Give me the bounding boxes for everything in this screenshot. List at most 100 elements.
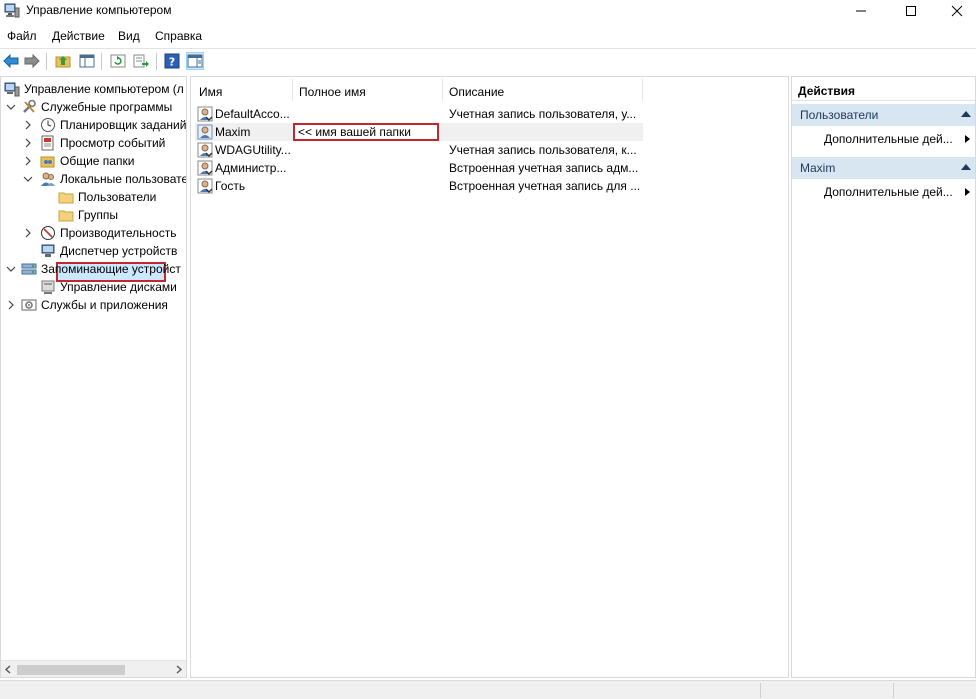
help-icon: ?	[164, 53, 180, 69]
maximize-button[interactable]	[888, 0, 934, 22]
scroll-left-icon[interactable]	[4, 665, 12, 674]
window-title: Управление компьютером	[26, 3, 172, 17]
more-actions-users[interactable]: Дополнительные дей...	[824, 130, 974, 148]
cell-name: Гость	[215, 179, 246, 193]
submenu-arrow-icon	[965, 135, 970, 143]
collapse-up-icon[interactable]	[961, 111, 971, 117]
chevron-right-icon[interactable]	[23, 228, 33, 238]
console-tree-icon	[79, 54, 95, 68]
tree-item-storage[interactable]: Запоминающие устройст	[21, 260, 181, 278]
tree-item-label: Запоминающие устройст	[41, 262, 181, 276]
submenu-arrow-icon	[965, 188, 970, 196]
user-disabled-icon	[197, 106, 213, 122]
tree-item-label: Планировщик заданий	[60, 118, 187, 132]
tree-item-label: Службы и приложения	[41, 298, 168, 312]
chevron-right-icon[interactable]	[23, 138, 33, 148]
event-viewer-icon	[41, 135, 54, 151]
tree-item-event-viewer[interactable]: Просмотр событий	[40, 134, 165, 152]
chevron-down-icon[interactable]	[6, 102, 16, 112]
tree-item-shared-folders[interactable]: Общие папки	[40, 152, 134, 170]
tree-item-label: Служебные программы	[41, 100, 173, 114]
column-header-name[interactable]: Имя	[199, 81, 222, 103]
computer-management-icon	[4, 3, 20, 18]
menu-action[interactable]: Действие	[52, 29, 105, 43]
toolbar: ?	[0, 48, 976, 73]
menu-help[interactable]: Справка	[155, 29, 202, 43]
back-arrow-icon	[3, 54, 19, 68]
scrollbar-thumb[interactable]	[17, 665, 125, 675]
table-row[interactable]: WDAGUtility... Учетная запись пользовате…	[195, 141, 643, 159]
svg-text:?: ?	[169, 56, 175, 69]
tree-item-label: Просмотр событий	[60, 136, 166, 150]
table-row[interactable]: Гость Встроенная учетная запись для ...	[195, 177, 643, 195]
more-actions-label: Дополнительные дей...	[824, 132, 953, 146]
menu-view[interactable]: Вид	[118, 29, 140, 43]
actions-group-users[interactable]: Пользователи	[792, 104, 975, 126]
clock-icon	[41, 118, 55, 132]
column-header-fullname[interactable]: Полное имя	[299, 81, 366, 103]
tree-horizontal-scrollbar[interactable]	[1, 660, 186, 677]
tree-item-task-scheduler[interactable]: Планировщик заданий	[40, 116, 186, 134]
tree-item-groups[interactable]: Группы	[58, 206, 118, 224]
back-button[interactable]	[2, 52, 20, 70]
table-row[interactable]: DefaultAcco... Учетная запись пользовате…	[195, 105, 643, 123]
computer-management-icon	[4, 82, 20, 97]
up-level-button[interactable]	[54, 52, 72, 70]
chevron-down-icon[interactable]	[23, 174, 33, 184]
user-disabled-icon	[197, 178, 213, 194]
cell-name: Администр...	[215, 161, 287, 175]
tree-item-performance[interactable]: Производительность	[40, 224, 176, 242]
chevron-right-icon[interactable]	[23, 120, 33, 130]
tree-item-label: Диспетчер устройств	[60, 244, 178, 258]
tree-item-users[interactable]: Пользователи	[58, 188, 156, 206]
more-actions-maxim[interactable]: Дополнительные дей...	[824, 183, 974, 201]
tree-item-label: Общие папки	[60, 154, 135, 168]
actions-header: Действия	[792, 81, 975, 101]
collapse-up-icon[interactable]	[961, 164, 971, 170]
cell-name: Maxim	[215, 125, 251, 139]
export-list-button[interactable]	[132, 52, 150, 70]
chevron-down-icon[interactable]	[6, 264, 16, 274]
actions-pane: Действия Пользователи Дополнительные дей…	[791, 76, 976, 678]
tree-item-root[interactable]: Управление компьютером (л	[4, 80, 184, 98]
show-hide-tree-button[interactable]	[78, 52, 96, 70]
chevron-right-icon[interactable]	[23, 156, 33, 166]
help-button[interactable]: ?	[163, 52, 181, 70]
tree-item-disk-management[interactable]: Управление дисками	[40, 278, 177, 296]
table-row[interactable]: Администр... Встроенная учетная запись а…	[195, 159, 643, 177]
tree-item-device-manager[interactable]: Диспетчер устройств	[40, 242, 177, 260]
forward-button[interactable]	[23, 52, 41, 70]
folder-icon	[58, 192, 74, 204]
show-hide-action-pane-button[interactable]	[186, 52, 204, 70]
tree-item-label: Пользователи	[78, 190, 157, 204]
scroll-right-icon[interactable]	[175, 665, 183, 674]
cell-description: Встроенная учетная запись адм...	[449, 161, 639, 175]
performance-icon	[41, 226, 55, 240]
disk-icon	[41, 280, 55, 294]
close-button[interactable]	[934, 0, 976, 22]
user-icon	[197, 124, 213, 140]
device-manager-icon	[41, 244, 55, 257]
folder-icon	[58, 210, 74, 222]
tree-item-system-tools[interactable]: Служебные программы	[21, 98, 172, 116]
cell-description: Встроенная учетная запись для ...	[449, 179, 641, 193]
actions-group-maxim[interactable]: Maxim	[792, 157, 975, 179]
menu-file[interactable]: Файл	[7, 29, 37, 43]
tree-item-services[interactable]: Службы и приложения	[21, 296, 168, 314]
column-header-description[interactable]: Описание	[449, 81, 504, 103]
cell-description: Учетная запись пользователя, у...	[449, 107, 637, 121]
user-disabled-icon	[197, 142, 213, 158]
close-icon	[951, 5, 963, 17]
user-disabled-icon	[197, 160, 213, 176]
shared-folder-icon	[40, 156, 55, 168]
chevron-right-icon[interactable]	[6, 300, 16, 310]
tree-item-label: Управление дисками	[60, 280, 177, 294]
tree-item-local-users[interactable]: Локальные пользовате	[40, 170, 186, 188]
folder-up-icon	[55, 56, 71, 68]
cell-description: Учетная запись пользователя, к...	[449, 143, 637, 157]
minimize-button[interactable]	[838, 0, 884, 22]
cell-fullname-annotated: << имя вашей папки	[293, 123, 439, 141]
maximize-icon	[906, 6, 916, 16]
tree-item-label: Управление компьютером (л	[24, 82, 184, 96]
refresh-button[interactable]	[109, 52, 127, 70]
